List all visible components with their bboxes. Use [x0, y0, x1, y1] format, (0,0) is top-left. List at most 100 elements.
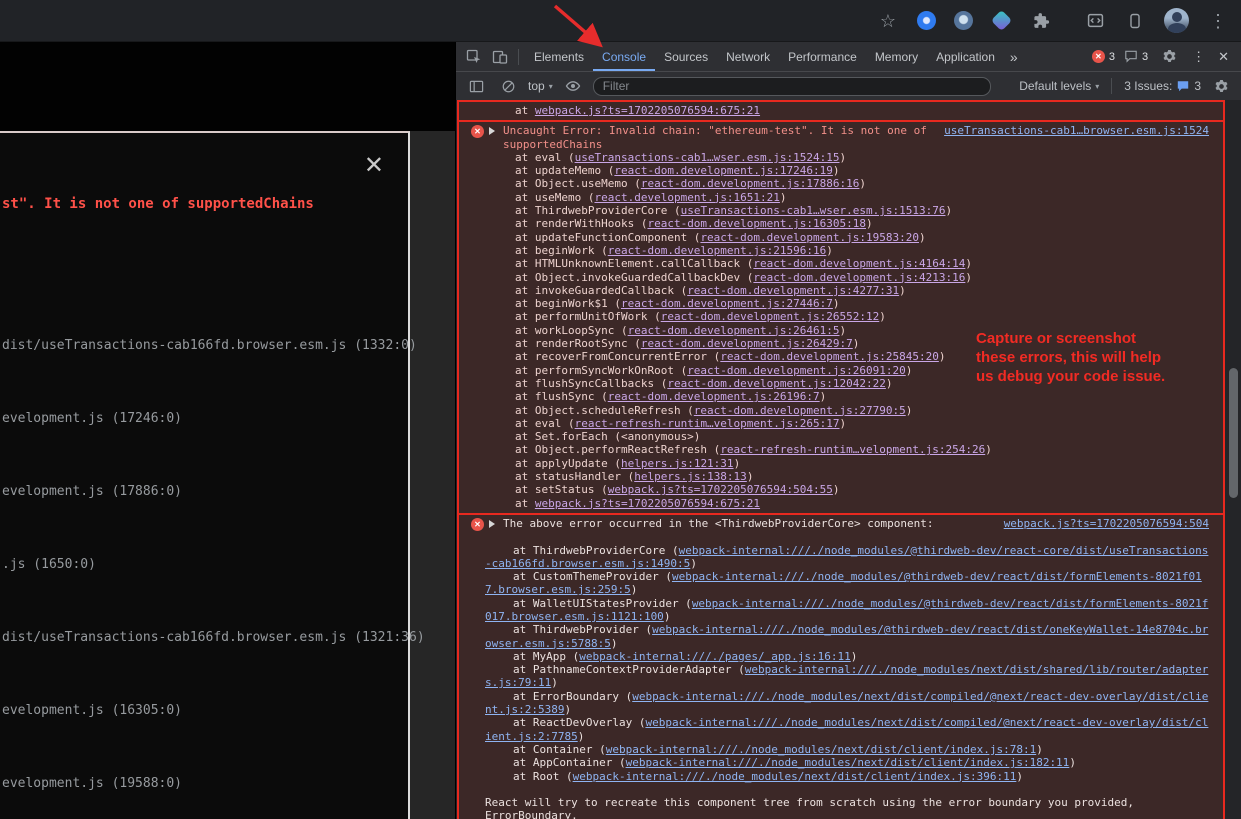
stack-source-link[interactable]: react-dom.development.js:26091:20 — [687, 364, 906, 377]
stack-source-link[interactable]: react-dom.development.js:4213:16 — [753, 271, 965, 284]
more-tabs-chevron[interactable]: » — [1006, 49, 1022, 65]
page-area: ✕ st". It is not one of supportedChains … — [0, 42, 455, 819]
message-count-badge[interactable]: 3 — [1124, 50, 1148, 63]
stack-source-link[interactable]: useTransactions-cab1…wser.esm.js:1524:15 — [575, 151, 840, 164]
expand-triangle-icon[interactable] — [489, 520, 495, 528]
stack-frame-line: at eval (react-refresh-runtim…velopment.… — [515, 417, 1209, 430]
stack-frame-line: at renderRootSync (react-dom.development… — [515, 337, 1209, 350]
settings-gear-icon[interactable] — [1157, 45, 1181, 69]
chevron-down-icon: ▾ — [1095, 82, 1099, 91]
tab-elements[interactable]: Elements — [525, 43, 593, 71]
device-toolbar-icon[interactable] — [488, 45, 512, 69]
error-source-link[interactable]: webpack.js?ts=1702205076594:504 — [1004, 517, 1209, 530]
stack-source-link[interactable]: webpack-internal:///./pages/_app.js:16:1… — [579, 650, 851, 663]
clear-console-icon[interactable] — [496, 74, 520, 98]
tab-sources[interactable]: Sources — [655, 43, 717, 71]
stack-source-link[interactable]: react-dom.development.js:25845:20 — [720, 350, 939, 363]
stack-source-link[interactable]: webpack.js?ts=1702205076594:675:21 — [535, 497, 760, 510]
extension-a-icon[interactable] — [917, 11, 936, 30]
stack-source-link[interactable]: react.development.js:1651:21 — [594, 191, 779, 204]
profile-avatar[interactable] — [1164, 8, 1189, 33]
stack-frame-line: at ThirdwebProvider (webpack-internal://… — [485, 623, 1209, 650]
overlay-stack-frame: dist/useTransactions-cab166fd.browser.es… — [2, 630, 425, 646]
stack-source-link[interactable]: react-dom.development.js:26461:5 — [628, 324, 840, 337]
stack-source-link[interactable]: webpack-internal:///./node_modules/next/… — [626, 756, 1070, 769]
live-expression-eye-icon[interactable] — [561, 74, 585, 98]
log-levels-value: Default levels — [1019, 79, 1091, 93]
tab-console[interactable]: Console — [593, 43, 655, 71]
tab-performance[interactable]: Performance — [779, 43, 866, 71]
tab-network[interactable]: Network — [717, 43, 779, 71]
stack-source-link[interactable]: react-dom.development.js:17886:16 — [641, 177, 860, 190]
console-sidebar-icon[interactable] — [464, 74, 488, 98]
stack-source-link[interactable]: react-refresh-runtim…velopment.js:265:17 — [575, 417, 840, 430]
stack-source-link[interactable]: webpack-internal:///./node_modules/next/… — [485, 716, 1208, 742]
inspect-element-icon[interactable] — [462, 45, 486, 69]
console-settings-gear-icon[interactable] — [1209, 74, 1233, 98]
console-error-entry: ✕The above error occurred in the <Thirdw… — [457, 513, 1225, 819]
error-source-link[interactable]: useTransactions-cab1…browser.esm.js:1524 — [944, 124, 1209, 137]
stack-frame-line: at Object.useMemo (react-dom.development… — [515, 177, 1209, 190]
extension-c-icon[interactable] — [991, 10, 1012, 31]
bookmark-star-icon[interactable]: ☆ — [877, 10, 899, 32]
stack-source-link[interactable]: helpers.js:121:31 — [621, 457, 734, 470]
sidepanel-icon[interactable] — [1124, 10, 1146, 32]
overlay-stack-frames: dist/useTransactions-cab166fd.browser.es… — [2, 338, 425, 819]
stack-source-link[interactable]: react-dom.development.js:21596:16 — [608, 244, 827, 257]
extension-b-icon[interactable] — [954, 11, 973, 30]
stack-source-link[interactable]: react-dom.development.js:17246:19 — [614, 164, 833, 177]
context-selector[interactable]: top ▾ — [528, 79, 553, 93]
devtools-close-button[interactable]: ✕ — [1216, 49, 1231, 65]
tab-memory[interactable]: Memory — [866, 43, 927, 71]
tab-application[interactable]: Application — [927, 43, 1004, 71]
stack-source-link[interactable]: useTransactions-cab1…wser.esm.js:1513:76 — [681, 204, 946, 217]
log-levels-selector[interactable]: Default levels ▾ — [1019, 79, 1099, 93]
stack-source-link[interactable]: react-dom.development.js:16305:18 — [647, 217, 866, 230]
filter-input[interactable] — [593, 77, 991, 96]
stack-source-link[interactable]: react-dom.development.js:26196:7 — [608, 390, 820, 403]
stack-source-link[interactable]: react-dom.development.js:26552:12 — [661, 310, 880, 323]
devtools-menu-icon[interactable]: ⋮ — [1190, 49, 1207, 65]
stack-source-link[interactable]: webpack-internal:///./node_modules/@thir… — [485, 597, 1208, 623]
console-toolbar: top ▾ Default levels ▾ 3 Issues: 3 — [456, 72, 1241, 101]
stack-source-link[interactable]: react-refresh-runtim…velopment.js:254:26 — [720, 443, 985, 456]
stack-frame-line: at AppContainer (webpack-internal:///./n… — [485, 756, 1209, 769]
stack-source-link[interactable]: webpack-internal:///./node_modules/@thir… — [485, 570, 1202, 596]
issues-button[interactable]: 3 Issues: 3 — [1124, 79, 1201, 93]
stack-source-link[interactable]: webpack.js?ts=1702205076594:504:55 — [608, 483, 833, 496]
stack-source-link[interactable]: react-dom.development.js:27446:7 — [621, 297, 833, 310]
extensions-puzzle-icon[interactable] — [1030, 10, 1052, 32]
stack-frame-line: at flushSync (react-dom.development.js:2… — [515, 390, 1209, 403]
stack-source-link[interactable]: react-dom.development.js:4277:31 — [687, 284, 899, 297]
stack-frame-line: at beginWork (react-dom.development.js:2… — [515, 244, 1209, 257]
stack-source-link[interactable]: react-dom.development.js:12042:22 — [667, 377, 886, 390]
stack-frame-line: at statusHandler (helpers.js:138:13) — [515, 470, 1209, 483]
stack-source-link[interactable]: webpack-internal:///./node_modules/@thir… — [485, 544, 1208, 570]
context-selector-value: top — [528, 79, 545, 93]
stack-source-link[interactable]: webpack.js?ts=1702205076594:675:21 — [535, 104, 760, 117]
speech-bubble-icon — [1124, 50, 1138, 63]
error-count-badge[interactable]: ✕ 3 — [1092, 50, 1115, 63]
stack-source-link[interactable]: react-dom.development.js:27790:5 — [694, 404, 906, 417]
console-scrollbar-thumb[interactable] — [1229, 368, 1238, 498]
stack-source-link[interactable]: webpack-internal:///./node_modules/@thir… — [485, 623, 1208, 649]
devtools-tab-strip: ElementsConsoleSourcesNetworkPerformance… — [525, 43, 1004, 71]
stack-source-link[interactable]: webpack-internal:///./node_modules/next/… — [573, 770, 1017, 783]
stack-source-link[interactable]: webpack-internal:///./node_modules/next/… — [485, 663, 1208, 689]
stack-source-link[interactable]: react-dom.development.js:26429:7 — [641, 337, 853, 350]
overlay-stack-frame: .js (1650:0) — [2, 557, 425, 573]
stack-source-link[interactable]: webpack-internal:///./node_modules/next/… — [606, 743, 1036, 756]
stack-source-link[interactable]: react-dom.development.js:19583:20 — [700, 231, 919, 244]
stack-source-link[interactable]: webpack-internal:///./node_modules/next/… — [485, 690, 1208, 716]
expand-triangle-icon[interactable] — [489, 127, 495, 135]
stack-frame-line: at setStatus (webpack.js?ts=170220507659… — [515, 483, 1209, 496]
stack-source-link[interactable]: helpers.js:138:13 — [634, 470, 747, 483]
divider — [518, 49, 519, 65]
overlay-close-button[interactable]: ✕ — [364, 151, 384, 179]
stack-frame-line: at ThirdwebProviderCore (webpack-interna… — [485, 544, 1209, 571]
stack-frame-line: at performSyncWorkOnRoot (react-dom.deve… — [515, 364, 1209, 377]
stack-source-link[interactable]: react-dom.development.js:4164:14 — [753, 257, 965, 270]
stack-frame-line: at Object.invokeGuardedCallbackDev (reac… — [515, 271, 1209, 284]
code-extension-icon[interactable] — [1084, 10, 1106, 32]
browser-menu-icon[interactable]: ⋮ — [1207, 10, 1229, 32]
